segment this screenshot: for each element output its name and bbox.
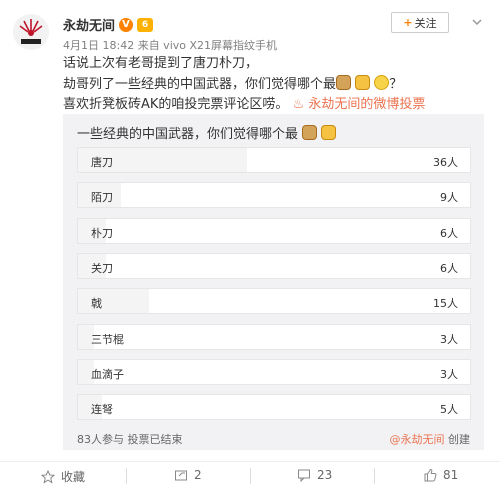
question-emoji-icon [374,75,390,90]
beer-emoji-icon [321,125,337,140]
post-text-line-2-end: ？ [389,77,403,92]
poll-option[interactable]: 关刀 6人 [77,253,471,279]
poll-option-bar [78,289,149,313]
poll-option[interactable]: 唐刀 36人 [77,147,471,173]
post-text-line-2-text: 劫哥列了一些经典的中国武器，你们觉得哪个最 [63,77,337,92]
poll-option[interactable]: 陌刀 9人 [77,182,471,208]
repost-count: 2 [194,468,202,482]
username-text[interactable]: 永劫无间 [63,15,115,34]
beer-emoji-icon [355,75,371,90]
poll-title: 一些经典的中国武器，你们觉得哪个最 [77,123,337,142]
poll-option-label: 连弩 [91,403,113,416]
poll-option-count: 6人 [440,227,458,240]
action-separator [250,468,251,484]
poll-link[interactable]: ♨ 永劫无间的微博投票 [293,97,426,112]
action-divider [0,461,500,462]
poll-link-icon: ♨ [292,97,305,112]
plus-icon: + [403,16,413,29]
avatar-logo-icon [13,14,49,50]
favorite-label: 收藏 [61,470,86,484]
poll-option-count: 3人 [440,368,458,381]
comment-count: 23 [317,468,333,482]
chevron-down-icon[interactable] [470,15,484,29]
like-button[interactable]: 81 [423,468,458,482]
poll-option[interactable]: 血滴子 3人 [77,359,471,385]
poll-footer: 83人参与 投票已结束 [77,433,183,446]
comment-icon [298,469,310,482]
poll-option-label: 血滴子 [91,368,124,381]
repost-icon [175,470,187,481]
poll-option-count: 6人 [440,262,458,275]
comment-button[interactable]: 23 [297,468,332,482]
poll-option-count: 9人 [440,191,458,204]
action-separator [374,468,375,484]
post-meta: 4月1日 18:42 来自 vivo X21屏幕指纹手机 [63,39,278,52]
poll-title-text: 一些经典的中国武器，你们觉得哪个最 [77,127,299,142]
poll-option[interactable]: 朴刀 6人 [77,218,471,244]
star-icon [41,469,55,484]
follow-button[interactable]: + 关注 [391,12,449,33]
poll-option-count: 36人 [433,156,458,169]
action-separator [126,468,127,484]
poll-link-text[interactable]: 永劫无间的微博投票 [308,97,425,112]
favorite-button[interactable]: 收藏 [41,468,85,485]
level-badge-icon: 6 [137,17,154,32]
poll-option-label: 朴刀 [91,227,113,240]
poll-option-count: 3人 [440,333,458,346]
poll-card: 一些经典的中国武器，你们觉得哪个最 唐刀 36人 陌刀 9人 朴刀 6人 关刀 6人戟 15人三… [63,114,484,450]
weibo-post-card: 永劫无间 V 6 4月1日 18:42 来自 vivo X21屏幕指纹手机 + … [0,0,500,492]
repost-button[interactable]: 2 [174,468,202,482]
poll-option[interactable]: 三节棍 3人 [77,324,471,350]
like-count: 81 [443,468,459,482]
username[interactable]: 永劫无间 V 6 [63,15,154,34]
verified-badge-icon: V [119,17,134,32]
poll-option[interactable]: 连弩 5人 [77,394,471,420]
poll-option-label: 戟 [91,297,102,310]
poll-option-label: 三节棍 [91,333,124,346]
poll-creator-link[interactable]: @永劫无间 [390,433,445,446]
poll-option-label: 陌刀 [91,191,113,204]
post-text-line-3: 喜欢折凳板砖AK的咱投完票评论区唠。 ♨ 永劫无间的微博投票 [63,95,425,114]
poll-option-count: 15人 [433,297,458,310]
poll-creator: @永劫无间 创建 [390,431,471,447]
thumbs-up-icon [424,468,437,482]
cow-emoji-icon [302,125,318,140]
follow-label: 关注 [414,16,437,30]
poll-option-label: 关刀 [91,262,113,275]
poll-creator-suffix: 创建 [444,433,470,446]
poll-option-count: 5人 [440,403,458,416]
post-text-line-1: 话说上次有老哥提到了唐刀朴刀， [63,56,259,71]
poll-option[interactable]: 戟 15人 [77,288,471,314]
poll-option-label: 唐刀 [91,156,113,169]
post-text-line-3-text: 喜欢折凳板砖AK的咱投完票评论区唠。 [63,97,289,112]
avatar[interactable] [13,14,49,50]
cow-emoji-icon [336,75,352,90]
post-text-line-2: 劫哥列了一些经典的中国武器，你们觉得哪个最 ？ [63,75,402,94]
